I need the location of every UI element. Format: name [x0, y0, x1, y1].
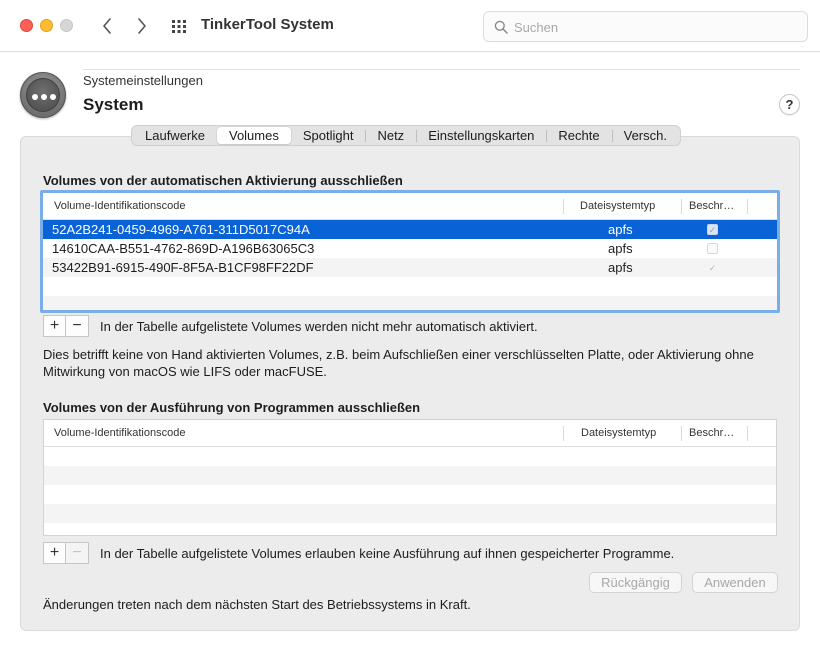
add-volume-button[interactable]: +: [43, 315, 66, 337]
table-row[interactable]: 52A2B241-0459-4969-A761-311D5017C94A apf…: [43, 220, 777, 239]
activation-table-note: In der Tabelle aufgelistete Volumes werd…: [100, 319, 538, 334]
tab-versch[interactable]: Versch.: [611, 127, 679, 144]
column-header-volume-id[interactable]: Volume-Identifikationscode: [54, 193, 185, 220]
page-title: System: [83, 95, 144, 114]
column-separator: [563, 199, 564, 214]
add-volume-button[interactable]: +: [43, 542, 66, 564]
section-title-execution: Volumes von der Ausführung von Programme…: [43, 400, 421, 415]
volume-id-cell: 52A2B241-0459-4969-A761-311D5017C94A: [52, 222, 310, 237]
restrict-checkbox[interactable]: ✓: [707, 224, 718, 235]
tab-rechte[interactable]: Rechte: [546, 127, 611, 144]
column-header-restrict[interactable]: Beschr…: [689, 193, 734, 220]
empty-row: [44, 504, 776, 523]
tab-volumes[interactable]: Volumes: [216, 127, 291, 144]
system-pane-icon: [20, 72, 66, 118]
column-header-volume-id[interactable]: Volume-Identifikationscode: [54, 420, 185, 447]
column-separator: [747, 199, 748, 214]
volume-id-cell: 53422B91-6915-490F-8F5A-B1CF98FF22DF: [52, 260, 314, 275]
zoom-window-button[interactable]: [60, 19, 73, 32]
dot-icon: [50, 94, 56, 100]
table-row[interactable]: 14610CAA-B551-4762-869D-A196B63065C3 apf…: [43, 239, 777, 258]
execution-exclusion-table[interactable]: Volume-Identifikationscode Dateisystemty…: [43, 419, 777, 536]
search-field[interactable]: [483, 11, 808, 42]
chevron-right-icon: [138, 18, 146, 34]
header-divider: [83, 69, 800, 70]
column-separator: [681, 199, 682, 214]
section-title-activation: Volumes von der automatischen Aktivierun…: [43, 173, 403, 188]
tab-spotlight[interactable]: Spotlight: [291, 127, 366, 144]
table-header: Volume-Identifikationscode Dateisystemty…: [43, 193, 777, 220]
close-window-button[interactable]: [20, 19, 33, 32]
tab-laufwerke[interactable]: Laufwerke: [133, 127, 217, 144]
chevron-left-icon: [103, 18, 111, 34]
empty-row: [44, 447, 776, 466]
table-header: Volume-Identifikationscode Dateisystemty…: [44, 420, 776, 447]
remove-volume-button[interactable]: −: [66, 542, 89, 564]
system-pane-icon-inner: [26, 78, 60, 112]
tab-einstellungskarten[interactable]: Einstellungskarten: [416, 127, 546, 144]
tab-netz[interactable]: Netz: [365, 127, 416, 144]
search-icon: [494, 20, 508, 34]
remove-volume-button[interactable]: −: [66, 315, 89, 337]
tab-bar: Laufwerke Volumes Spotlight Netz Einstel…: [131, 125, 681, 146]
breadcrumb: Systemeinstellungen: [83, 73, 203, 88]
restart-note: Änderungen treten nach dem nächsten Star…: [43, 597, 471, 612]
activation-exclusion-table[interactable]: Volume-Identifikationscode Dateisystemty…: [40, 190, 780, 313]
execution-table-controls: + −: [43, 542, 89, 564]
dot-icon: [41, 94, 47, 100]
dot-icon: [32, 94, 38, 100]
empty-row: [43, 277, 777, 296]
restrict-checkbox[interactable]: [707, 243, 718, 254]
filesystem-cell: apfs: [608, 260, 633, 275]
revert-button[interactable]: Rückgängig: [589, 572, 682, 593]
column-header-restrict[interactable]: Beschr…: [689, 420, 734, 447]
activation-table-controls: + −: [43, 315, 89, 337]
back-button[interactable]: [96, 14, 118, 38]
filesystem-cell: apfs: [608, 222, 633, 237]
minimize-window-button[interactable]: [40, 19, 53, 32]
table-row[interactable]: 53422B91-6915-490F-8F5A-B1CF98FF22DF apf…: [43, 258, 777, 277]
execution-table-note: In der Tabelle aufgelistete Volumes erla…: [100, 546, 675, 561]
search-input[interactable]: [514, 16, 799, 38]
column-separator: [681, 426, 682, 441]
help-button[interactable]: ?: [779, 94, 800, 115]
activation-description: Dies betrifft keine von Hand aktivierten…: [43, 347, 754, 379]
show-all-button[interactable]: [170, 17, 188, 35]
window-toolbar: TinkerTool System: [0, 0, 820, 52]
column-header-filesystem[interactable]: Dateisystemtyp: [580, 193, 655, 220]
forward-button[interactable]: [131, 14, 153, 38]
empty-row: [44, 466, 776, 485]
grid-icon: [172, 20, 186, 33]
empty-row: [44, 485, 776, 504]
filesystem-cell: apfs: [608, 241, 633, 256]
column-separator: [563, 426, 564, 441]
empty-row: [43, 296, 777, 310]
restrict-checkbox[interactable]: ✓: [707, 262, 718, 273]
column-separator: [747, 426, 748, 441]
volume-id-cell: 14610CAA-B551-4762-869D-A196B63065C3: [52, 241, 315, 256]
apply-button[interactable]: Anwenden: [692, 572, 778, 593]
column-header-filesystem[interactable]: Dateisystemtyp: [581, 420, 656, 447]
window-title: TinkerTool System: [201, 16, 334, 33]
